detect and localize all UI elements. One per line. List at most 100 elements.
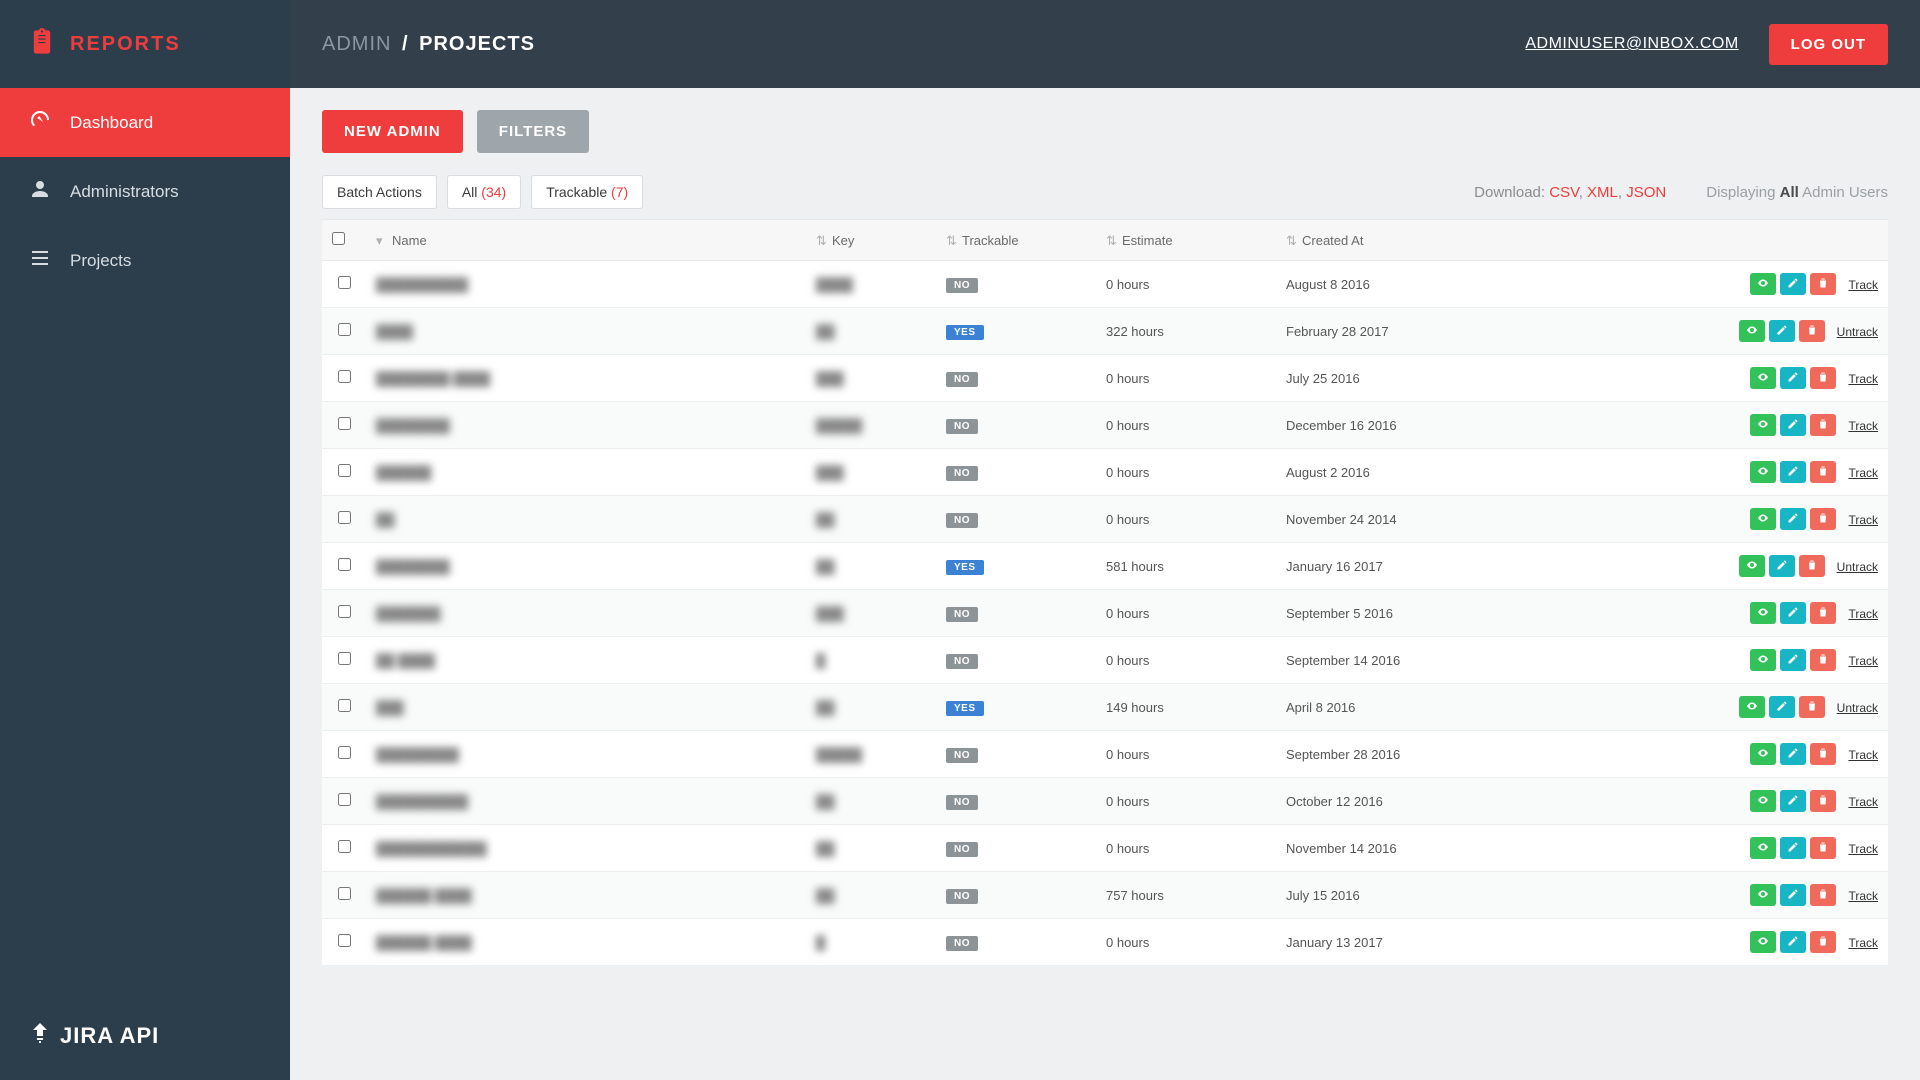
edit-button[interactable] xyxy=(1780,461,1806,483)
view-button[interactable] xyxy=(1750,649,1776,671)
trackable-badge: YES xyxy=(946,325,984,340)
edit-button[interactable] xyxy=(1780,837,1806,859)
edit-button[interactable] xyxy=(1780,790,1806,812)
row-checkbox[interactable] xyxy=(338,605,351,618)
delete-button[interactable] xyxy=(1810,884,1836,906)
delete-button[interactable] xyxy=(1810,649,1836,671)
delete-button[interactable] xyxy=(1799,320,1825,342)
row-checkbox[interactable] xyxy=(338,840,351,853)
row-checkbox[interactable] xyxy=(338,887,351,900)
edit-button[interactable] xyxy=(1769,696,1795,718)
delete-button[interactable] xyxy=(1810,743,1836,765)
row-checkbox[interactable] xyxy=(338,934,351,947)
track-link[interactable]: Track xyxy=(1848,654,1878,668)
view-button[interactable] xyxy=(1750,790,1776,812)
delete-button[interactable] xyxy=(1810,790,1836,812)
delete-button[interactable] xyxy=(1810,931,1836,953)
new-admin-button[interactable]: NEW ADMIN xyxy=(322,110,463,153)
view-button[interactable] xyxy=(1739,320,1765,342)
header-key[interactable]: ⇅Key xyxy=(806,220,936,261)
header-estimate[interactable]: ⇅Estimate xyxy=(1096,220,1276,261)
track-link[interactable]: Track xyxy=(1848,513,1878,527)
track-link[interactable]: Track xyxy=(1848,795,1878,809)
track-link[interactable]: Track xyxy=(1848,936,1878,950)
edit-button[interactable] xyxy=(1780,273,1806,295)
track-link[interactable]: Track xyxy=(1848,607,1878,621)
view-button[interactable] xyxy=(1739,696,1765,718)
row-checkbox[interactable] xyxy=(338,370,351,383)
filter-all-chip[interactable]: All (34) xyxy=(447,175,521,209)
sidebar-item-dashboard[interactable]: Dashboard xyxy=(0,88,290,157)
view-button[interactable] xyxy=(1750,461,1776,483)
track-link[interactable]: Untrack xyxy=(1837,560,1878,574)
sidebar-item-administrators[interactable]: Administrators xyxy=(0,157,290,226)
track-link[interactable]: Track xyxy=(1848,889,1878,903)
header-checkbox[interactable] xyxy=(322,220,366,261)
view-button[interactable] xyxy=(1739,555,1765,577)
view-button[interactable] xyxy=(1750,273,1776,295)
view-button[interactable] xyxy=(1750,508,1776,530)
download-csv[interactable]: CSV xyxy=(1549,184,1578,201)
view-button[interactable] xyxy=(1750,931,1776,953)
delete-button[interactable] xyxy=(1810,461,1836,483)
filter-trackable-chip[interactable]: Trackable (7) xyxy=(531,175,643,209)
delete-button[interactable] xyxy=(1810,367,1836,389)
track-link[interactable]: Track xyxy=(1848,278,1878,292)
row-checkbox[interactable] xyxy=(338,746,351,759)
track-link[interactable]: Track xyxy=(1848,466,1878,480)
logout-button[interactable]: LOG OUT xyxy=(1769,24,1888,65)
view-button[interactable] xyxy=(1750,414,1776,436)
edit-button[interactable] xyxy=(1780,743,1806,765)
batch-actions-chip[interactable]: Batch Actions xyxy=(322,175,437,209)
header-trackable[interactable]: ⇅Trackable xyxy=(936,220,1096,261)
edit-button[interactable] xyxy=(1780,367,1806,389)
delete-button[interactable] xyxy=(1810,508,1836,530)
track-link[interactable]: Untrack xyxy=(1837,325,1878,339)
edit-button[interactable] xyxy=(1780,931,1806,953)
row-checkbox[interactable] xyxy=(338,323,351,336)
row-checkbox[interactable] xyxy=(338,511,351,524)
edit-button[interactable] xyxy=(1780,602,1806,624)
row-checkbox[interactable] xyxy=(338,276,351,289)
cell-created: January 16 2017 xyxy=(1276,543,1626,590)
edit-button[interactable] xyxy=(1769,320,1795,342)
edit-button[interactable] xyxy=(1780,414,1806,436)
track-link[interactable]: Untrack xyxy=(1837,701,1878,715)
row-checkbox[interactable] xyxy=(338,417,351,430)
delete-button[interactable] xyxy=(1799,696,1825,718)
edit-button[interactable] xyxy=(1769,555,1795,577)
download-json[interactable]: JSON xyxy=(1626,184,1666,201)
cell-estimate: 0 hours xyxy=(1096,731,1276,778)
download-xml[interactable]: XML xyxy=(1587,184,1618,201)
track-link[interactable]: Track xyxy=(1848,419,1878,433)
cell-key: ███ xyxy=(816,606,844,621)
row-checkbox[interactable] xyxy=(338,464,351,477)
sidebar-item-label: Projects xyxy=(70,251,131,271)
edit-button[interactable] xyxy=(1780,508,1806,530)
filters-button[interactable]: FILTERS xyxy=(477,110,589,153)
delete-button[interactable] xyxy=(1799,555,1825,577)
edit-button[interactable] xyxy=(1780,649,1806,671)
row-checkbox[interactable] xyxy=(338,652,351,665)
row-checkbox[interactable] xyxy=(338,558,351,571)
select-all-checkbox[interactable] xyxy=(332,232,345,245)
view-button[interactable] xyxy=(1750,743,1776,765)
header-name[interactable]: ▾Name xyxy=(366,220,806,261)
view-button[interactable] xyxy=(1750,884,1776,906)
track-link[interactable]: Track xyxy=(1848,748,1878,762)
delete-button[interactable] xyxy=(1810,602,1836,624)
user-email-link[interactable]: ADMINUSER@INBOX.COM xyxy=(1525,35,1738,53)
track-link[interactable]: Track xyxy=(1848,842,1878,856)
header-created-at[interactable]: ⇅Created At xyxy=(1276,220,1626,261)
row-checkbox[interactable] xyxy=(338,699,351,712)
delete-button[interactable] xyxy=(1810,273,1836,295)
sidebar-item-projects[interactable]: Projects xyxy=(0,226,290,295)
view-button[interactable] xyxy=(1750,602,1776,624)
row-checkbox[interactable] xyxy=(338,793,351,806)
edit-button[interactable] xyxy=(1780,884,1806,906)
view-button[interactable] xyxy=(1750,837,1776,859)
delete-button[interactable] xyxy=(1810,414,1836,436)
track-link[interactable]: Track xyxy=(1848,372,1878,386)
delete-button[interactable] xyxy=(1810,837,1836,859)
view-button[interactable] xyxy=(1750,367,1776,389)
